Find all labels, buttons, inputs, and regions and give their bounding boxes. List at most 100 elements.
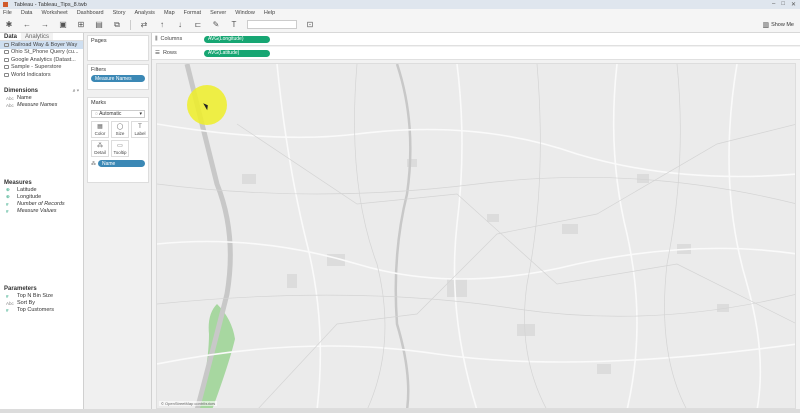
rows-shelf[interactable]: ☰ Rows AVG(Latitude)	[152, 47, 800, 60]
database-icon	[4, 72, 9, 77]
marks-title: Marks	[91, 100, 106, 106]
show-me-label: Show Me	[771, 22, 794, 28]
window-title: Tableau - Tableau_Tips_8.twb	[14, 1, 87, 8]
menu-analysis[interactable]: Analysis	[134, 10, 154, 16]
filter-pill-measure-names[interactable]: Measure Names	[91, 75, 145, 82]
show-me-button[interactable]: ▥ Show Me	[762, 21, 794, 29]
fit-dropdown[interactable]	[247, 20, 297, 29]
rows-icon: ☰	[155, 50, 160, 56]
menu-dashboard[interactable]: Dashboard	[77, 10, 104, 16]
swap-icon[interactable]: ⇄	[139, 20, 149, 30]
tab-analytics[interactable]: Analytics	[21, 33, 54, 40]
save-icon[interactable]: ▣	[58, 20, 68, 30]
toolbar-divider	[130, 19, 131, 30]
color-button[interactable]: ▦ Color	[91, 121, 109, 138]
urban-area	[287, 274, 297, 288]
group-icon[interactable]: ⊏	[193, 20, 203, 30]
columns-pill-avg-longitude[interactable]: AVG(Longitude)	[204, 35, 270, 43]
map-view[interactable]: © OpenStreetMap contributors	[156, 63, 796, 409]
label-button[interactable]: T Label	[131, 121, 149, 138]
database-icon	[4, 65, 9, 70]
parameter-field[interactable]: Abc Sort By	[0, 300, 83, 307]
urban-area	[447, 279, 467, 297]
duplicate-icon[interactable]: ⧉	[112, 20, 122, 30]
detail-icon: ⁂	[97, 142, 103, 149]
forward-icon[interactable]: →	[40, 20, 50, 30]
menu-file[interactable]: File	[3, 10, 12, 16]
app-icon	[3, 2, 8, 7]
detail-pill-name[interactable]: Name	[98, 160, 145, 167]
parameter-field[interactable]: # Top Customers	[0, 307, 83, 314]
tableau-logo-icon[interactable]: ✱	[4, 20, 14, 30]
tab-data[interactable]: Data	[0, 33, 21, 40]
presentation-mode-icon[interactable]: ⊡	[305, 20, 315, 30]
status-bar	[0, 409, 800, 413]
new-worksheet-icon[interactable]: ▤	[94, 20, 104, 30]
database-icon	[4, 50, 9, 55]
menu-window[interactable]: Window	[235, 10, 255, 16]
measure-field[interactable]: # Measure Values	[0, 208, 83, 215]
back-icon[interactable]: ←	[22, 20, 32, 30]
urban-area	[487, 214, 499, 222]
data-source-item[interactable]: World Indicators	[0, 71, 83, 79]
parameter-field[interactable]: # Top N Bin Size	[0, 293, 83, 300]
minimize-button[interactable]: –	[772, 1, 775, 8]
basemap	[157, 64, 795, 408]
menu-server[interactable]: Server	[210, 10, 226, 16]
urban-area	[597, 364, 611, 374]
measure-field[interactable]: # Number of Records	[0, 201, 83, 208]
columns-shelf[interactable]: ⫼ Columns AVG(Longitude)	[152, 33, 800, 46]
label-icon: T	[138, 123, 142, 130]
labels-icon[interactable]: T	[229, 20, 239, 30]
menu-bar: File Data Worksheet Dashboard Story Anal…	[0, 9, 800, 17]
tooltip-button[interactable]: ▭ Tooltip	[111, 140, 129, 157]
urban-area	[637, 174, 649, 183]
data-source-item[interactable]: Ohio St_Phone Query (cu...	[0, 49, 83, 57]
data-source-item[interactable]: Google Analytics (Datast...	[0, 56, 83, 64]
measure-field[interactable]: ⊕ Longitude	[0, 194, 83, 201]
menu-map[interactable]: Map	[164, 10, 175, 16]
database-icon	[4, 57, 9, 62]
data-source-item[interactable]: Sample - Superstore	[0, 64, 83, 72]
menu-data[interactable]: Data	[21, 10, 33, 16]
sort-desc-icon[interactable]: ↓	[175, 20, 185, 30]
search-icon[interactable]: ⌕ ▾	[73, 88, 79, 94]
dimensions-header: Dimensions ⌕ ▾	[4, 87, 79, 94]
dimension-field[interactable]: Abc Name	[0, 95, 83, 102]
menu-worksheet[interactable]: Worksheet	[42, 10, 68, 16]
menu-help[interactable]: Help	[264, 10, 275, 16]
show-me-icon: ▥	[762, 22, 770, 29]
menu-story[interactable]: Story	[113, 10, 126, 16]
new-data-source-icon[interactable]: ⊞	[76, 20, 86, 30]
measure-field[interactable]: ⊕ Latitude	[0, 187, 83, 194]
chevron-down-icon: ▾	[139, 111, 142, 117]
urban-area	[242, 174, 256, 184]
mark-type-dropdown[interactable]: ◌ Automatic ▾	[91, 110, 145, 118]
database-icon	[4, 42, 9, 47]
columns-label: Columns	[160, 36, 183, 42]
detail-icon: ⁂	[91, 160, 96, 167]
filters-title: Filters	[91, 67, 106, 73]
filters-shelf[interactable]: Filters Measure Names	[87, 64, 149, 90]
map-attribution[interactable]: © OpenStreetMap contributors	[159, 401, 218, 406]
rows-pill-avg-latitude[interactable]: AVG(Latitude)	[204, 49, 270, 57]
maximize-button[interactable]: □	[781, 1, 785, 8]
map-background	[157, 64, 795, 408]
sort-asc-icon[interactable]: ↑	[157, 20, 167, 30]
urban-area	[407, 159, 417, 167]
data-source-item[interactable]: Railroad Way & Boyer Way	[0, 41, 83, 49]
close-button[interactable]: ✕	[791, 1, 796, 8]
pages-shelf[interactable]: Pages	[87, 35, 149, 61]
title-bar: Tableau - Tableau_Tips_8.twb – □ ✕	[0, 0, 800, 9]
detail-button[interactable]: ⁂ Detail	[91, 140, 109, 157]
parameters-header: Parameters	[4, 285, 37, 292]
size-button[interactable]: ◯ Size	[111, 121, 129, 138]
pages-title: Pages	[91, 38, 107, 44]
highlight-icon[interactable]: ✎	[211, 20, 221, 30]
size-icon: ◯	[116, 123, 124, 130]
color-icon: ▦	[97, 123, 103, 130]
tooltip-icon: ▭	[117, 142, 123, 149]
marks-card: Marks ◌ Automatic ▾ ▦ Color ◯ Size T Label …	[87, 97, 149, 183]
menu-format[interactable]: Format	[184, 10, 201, 16]
dimension-field[interactable]: Abc Measure Names	[0, 102, 83, 109]
